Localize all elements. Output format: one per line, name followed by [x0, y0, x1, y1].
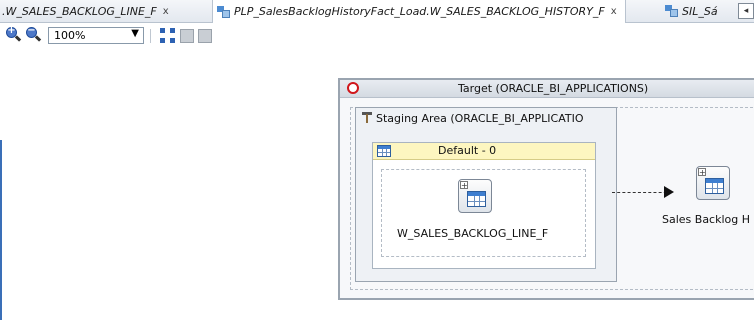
- target-datastore-icon[interactable]: +: [696, 166, 730, 200]
- chevron-down-icon: ▼: [131, 28, 139, 39]
- tab-sil[interactable]: SIL_Sá: [665, 0, 718, 22]
- source-datastore-label: W_SALES_BACKLOG_LINE_F: [397, 227, 549, 240]
- diagram-toolbar: + − 100% ▼: [0, 23, 754, 49]
- tab-plp-sales-backlog-history[interactable]: PLP_SalesBacklogHistoryFact_Load.W_SALES…: [212, 0, 626, 23]
- dataflow-connector: [612, 192, 672, 193]
- zoom-level-select[interactable]: 100% ▼: [48, 27, 144, 44]
- expand-icon[interactable]: +: [460, 181, 468, 190]
- source-datastore-icon[interactable]: +: [458, 179, 492, 213]
- oracle-icon: [347, 82, 359, 94]
- expand-icon[interactable]: +: [698, 168, 706, 177]
- dataset-icon: [377, 145, 391, 157]
- target-title: Target (ORACLE_BI_APPLICATIONS): [458, 82, 649, 95]
- tab-w-sales-backlog-line-f[interactable]: .W_SALES_BACKLOG_LINE_F x: [2, 0, 169, 22]
- tab-label: .W_SALES_BACKLOG_LINE_F: [2, 4, 157, 18]
- hammer-icon: [362, 112, 372, 123]
- toolbar-separator: [150, 29, 151, 43]
- default-group-header: Default - 0: [373, 143, 595, 160]
- close-tab-icon[interactable]: x: [163, 6, 169, 17]
- arrow-head-icon: [664, 186, 674, 198]
- tab-label: PLP_SalesBacklogHistoryFact_Load.W_SALES…: [234, 5, 605, 18]
- mapping-icon: [665, 5, 678, 17]
- editor-tab-bar: .W_SALES_BACKLOG_LINE_F x PLP_SalesBackl…: [0, 0, 754, 23]
- target-header: Target (ORACLE_BI_APPLICATIONS): [340, 80, 754, 98]
- zoom-in-icon[interactable]: +: [6, 25, 22, 43]
- fit-to-window-icon[interactable]: [160, 28, 175, 43]
- default-group-label: Default - 0: [438, 144, 497, 157]
- zoom-level-value: 100%: [54, 29, 86, 42]
- tab-scroll-left-icon[interactable]: ◂: [738, 3, 754, 19]
- target-datastore-label: Sales Backlog H: [662, 213, 751, 226]
- zoom-out-icon[interactable]: −: [26, 25, 42, 43]
- left-gutter: [0, 140, 2, 320]
- toolbar-button-disabled[interactable]: [198, 29, 212, 43]
- staging-area-title: Staging Area (ORACLE_BI_APPLICATIO: [362, 112, 612, 125]
- mapping-icon: [217, 5, 230, 18]
- toolbar-button-disabled[interactable]: [180, 29, 194, 43]
- close-tab-icon[interactable]: x: [611, 6, 617, 17]
- tab-label: SIL_Sá: [682, 4, 718, 18]
